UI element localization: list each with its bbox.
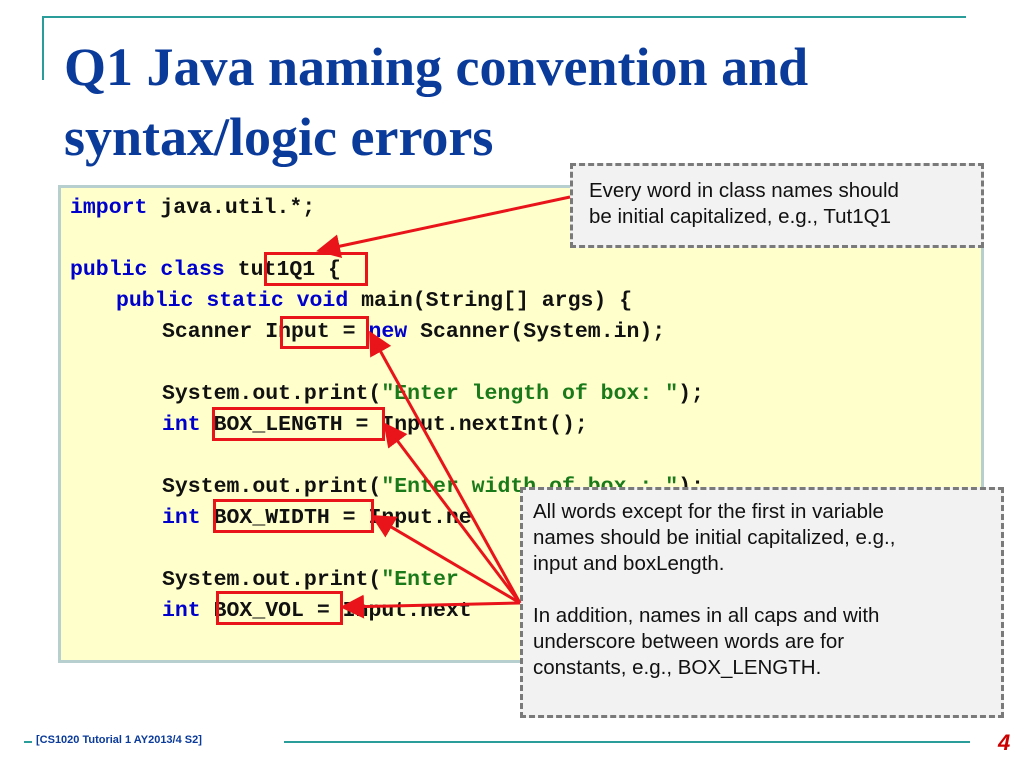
arrow-input [369,330,522,604]
arrow-box-vol [340,594,521,619]
arrow-class [316,195,571,258]
footer-text: [CS1020 Tutorial 1 AY2013/4 S2] [36,734,202,746]
footer-dash [24,741,32,743]
arrows [316,195,571,619]
footer-rule [284,741,970,743]
arrow-box-width [370,514,521,605]
arrow-box-length [383,422,522,604]
page-number: 4 [998,730,1011,755]
